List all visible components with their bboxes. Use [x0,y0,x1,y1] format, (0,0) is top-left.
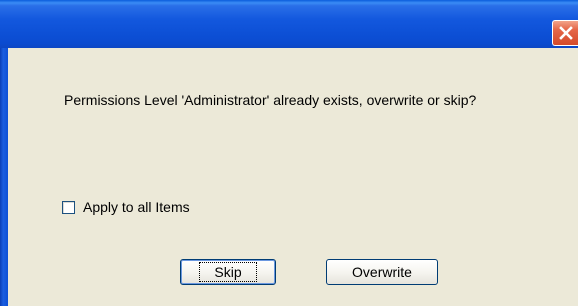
apply-to-all-option[interactable]: Apply to all Items [62,199,190,215]
apply-to-all-checkbox[interactable] [62,200,75,214]
title-bar[interactable] [0,0,578,48]
window-frame-left [0,48,8,306]
apply-to-all-label[interactable]: Apply to all Items [83,199,190,215]
overwrite-button[interactable]: Overwrite [326,259,438,285]
dialog-message: Permissions Level 'Administrator' alread… [64,92,477,108]
close-button[interactable] [552,20,578,46]
skip-button[interactable]: Skip [180,259,276,285]
overwrite-button-label: Overwrite [352,264,412,280]
close-icon [559,26,573,40]
dialog-body: Permissions Level 'Administrator' alread… [8,48,578,306]
skip-button-label: Skip [199,262,257,282]
